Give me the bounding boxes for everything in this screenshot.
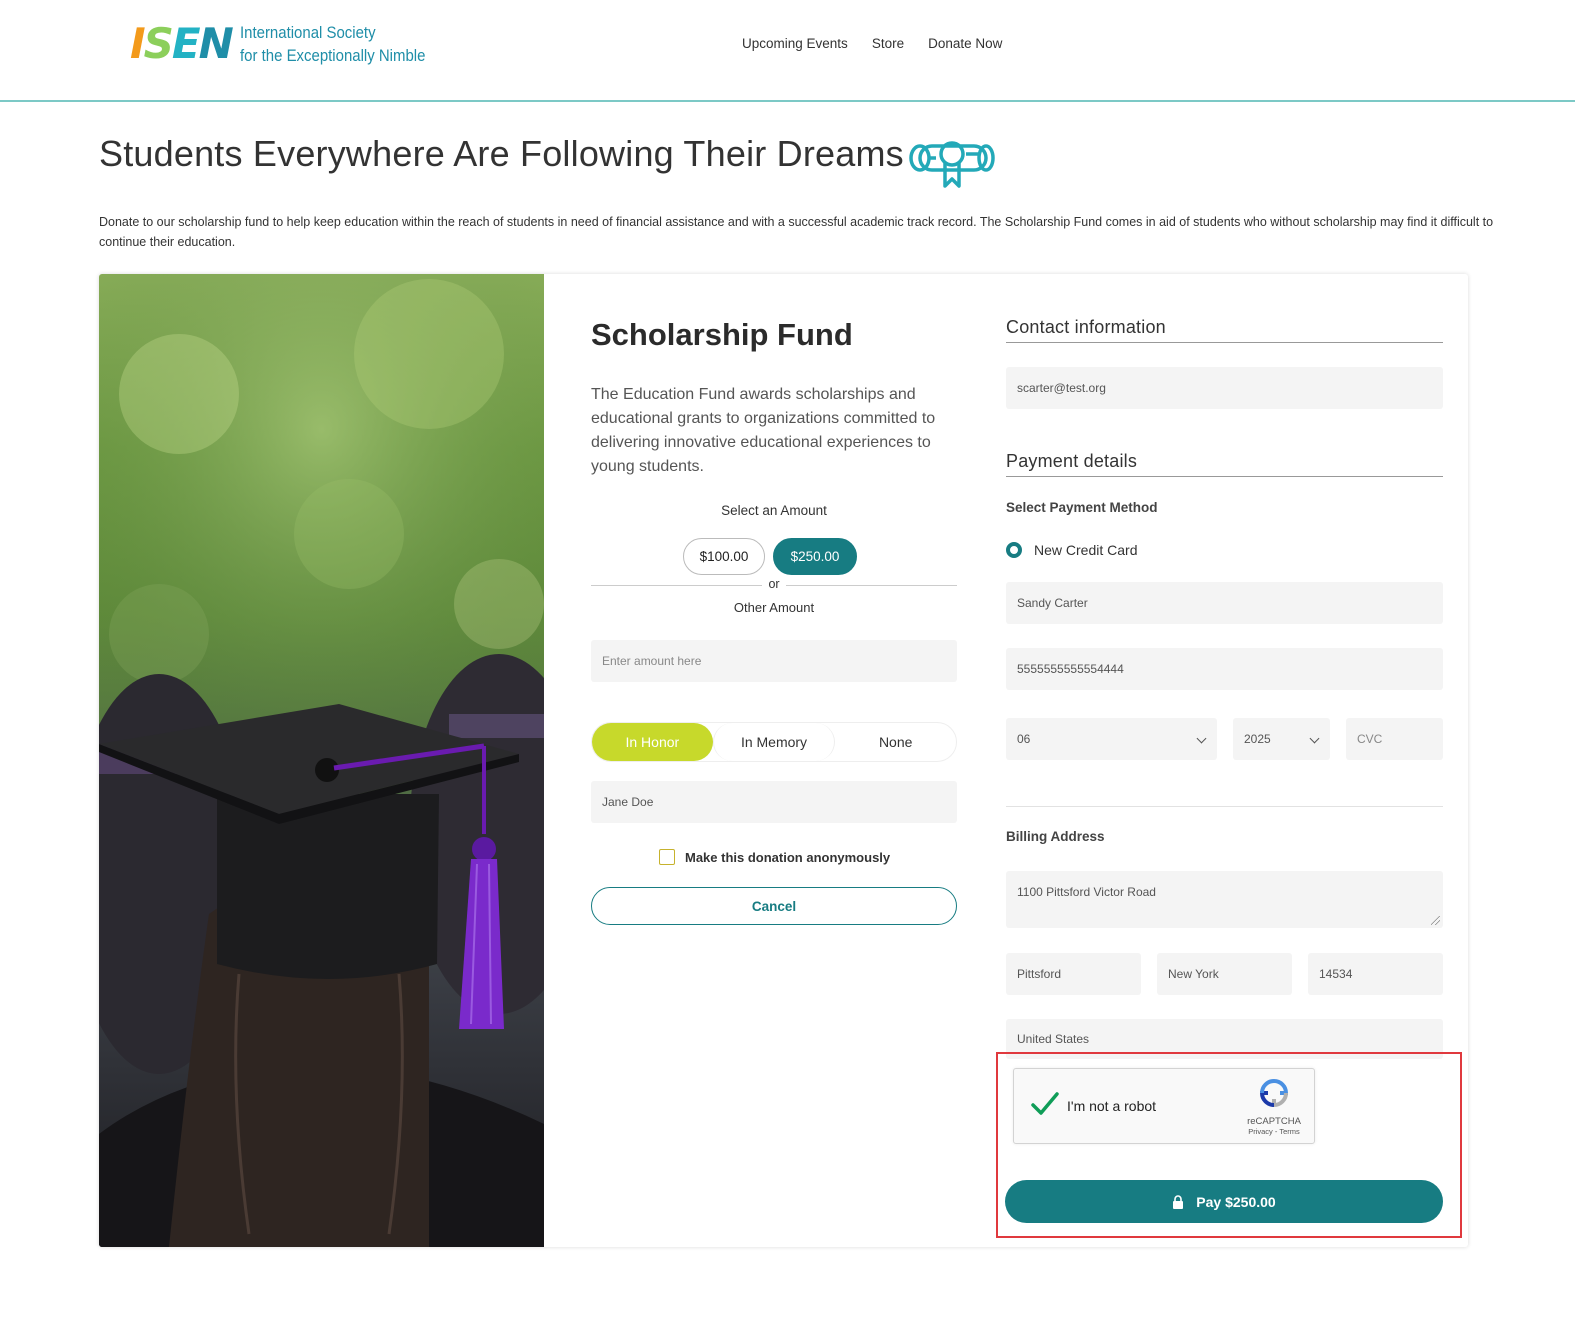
main-nav: Upcoming Events Store Donate Now: [742, 36, 1002, 51]
site-header: ISEN International Society for the Excep…: [0, 0, 1575, 102]
payment-heading: Payment details: [1006, 451, 1443, 477]
nav-store[interactable]: Store: [872, 36, 904, 51]
street-address-value: 1100 Pittsford Victor Road: [1017, 885, 1156, 899]
tribute-toggle: In Honor In Memory None: [591, 722, 957, 762]
other-amount-input[interactable]: Enter amount here: [591, 640, 957, 682]
exp-month-value: 06: [1017, 732, 1031, 746]
anonymous-checkbox[interactable]: [659, 849, 675, 865]
cardholder-name-value: Sandy Carter: [1017, 596, 1088, 610]
recaptcha-logo: reCAPTCHA Privacy - Terms: [1244, 1077, 1304, 1136]
pay-button-label: Pay $250.00: [1196, 1193, 1276, 1210]
zip-value: 14534: [1319, 967, 1353, 981]
recaptcha-widget: I'm not a robot reCAPTCHA Privacy - Term…: [1013, 1068, 1315, 1144]
state-field[interactable]: New York: [1157, 953, 1292, 995]
select-amount-label: Select an Amount: [721, 503, 827, 518]
lock-icon: [1173, 1194, 1184, 1209]
exp-year-select[interactable]: 2025: [1233, 718, 1330, 760]
or-text: or: [762, 577, 786, 591]
other-amount-label: Other Amount: [733, 600, 815, 615]
email-value: scarter@test.org: [1017, 381, 1106, 395]
fund-title: Scholarship Fund: [591, 317, 853, 352]
anonymous-option: Make this donation anonymously: [659, 849, 890, 865]
logo-mark: ISEN: [130, 19, 234, 68]
tribute-in-memory[interactable]: In Memory: [712, 723, 836, 761]
graduate-photo: [99, 274, 544, 1247]
anonymous-label: Make this donation anonymously: [685, 849, 891, 865]
recaptcha-icon: [1259, 1079, 1289, 1108]
cardholder-name-field[interactable]: Sandy Carter: [1006, 582, 1443, 624]
cvc-placeholder: CVC: [1357, 732, 1383, 746]
chevron-down-icon: [1196, 733, 1207, 744]
cancel-button[interactable]: Cancel: [591, 887, 957, 925]
logo-text: International Society for the Exceptiona…: [240, 21, 425, 67]
intro-text: Donate to our scholarship fund to help k…: [99, 215, 1494, 249]
country-value: United States: [1017, 1032, 1090, 1046]
cvc-field[interactable]: CVC: [1346, 718, 1443, 760]
tribute-name-value: Jane Doe: [602, 795, 654, 809]
payment-method-option: New Credit Card: [1006, 542, 1137, 558]
new-credit-card-radio[interactable]: [1006, 542, 1022, 558]
tribute-none[interactable]: None: [835, 723, 956, 761]
payment-method-label: Select Payment Method: [1006, 500, 1158, 515]
recaptcha-brand: reCAPTCHA: [1247, 1116, 1301, 1127]
site-logo[interactable]: ISEN International Society for the Excep…: [130, 20, 450, 68]
zip-field[interactable]: 14534: [1308, 953, 1443, 995]
city-value: Pittsford: [1017, 967, 1062, 981]
fund-description: The Education Fund awards scholarships a…: [591, 386, 936, 475]
billing-heading: Billing Address: [1006, 829, 1105, 844]
exp-month-select[interactable]: 06: [1006, 718, 1217, 760]
recaptcha-label: I'm not a robot: [1067, 1098, 1157, 1114]
card-number-field[interactable]: 5555555555554444: [1006, 648, 1443, 690]
diploma-icon: [909, 141, 995, 188]
logo-line-2: for the Exceptionally Nimble: [239, 46, 426, 65]
nav-upcoming-events[interactable]: Upcoming Events: [742, 36, 848, 51]
new-credit-card-label: New Credit Card: [1034, 542, 1138, 558]
other-amount-placeholder: Enter amount here: [602, 654, 702, 668]
graduate-illustration: [99, 274, 544, 1247]
street-address-field[interactable]: 1100 Pittsford Victor Road: [1006, 871, 1443, 928]
or-label: or: [591, 577, 957, 591]
chevron-down-icon: [1309, 733, 1320, 744]
checkmark-icon[interactable]: [1030, 1089, 1060, 1119]
page-title: Students Everywhere Are Following Their …: [99, 133, 904, 174]
amount-250-button[interactable]: $250.00: [773, 538, 857, 575]
amount-options: $100.00 $250.00: [683, 538, 857, 575]
section-divider: [1006, 806, 1443, 807]
amount-100-button[interactable]: $100.00: [683, 538, 765, 575]
city-field[interactable]: Pittsford: [1006, 953, 1141, 995]
exp-year-value: 2025: [1244, 732, 1271, 746]
pay-button[interactable]: Pay $250.00: [1005, 1180, 1443, 1223]
logo-line-1: International Society: [239, 23, 376, 42]
card-number-value: 5555555555554444: [1017, 662, 1124, 676]
tribute-name-input[interactable]: Jane Doe: [591, 781, 957, 823]
tribute-in-honor[interactable]: In Honor: [592, 723, 713, 761]
resize-handle[interactable]: [1431, 916, 1440, 925]
state-value: New York: [1168, 967, 1219, 981]
contact-heading: Contact information: [1006, 317, 1443, 343]
recaptcha-links[interactable]: Privacy - Terms: [1244, 1127, 1304, 1136]
nav-donate-now[interactable]: Donate Now: [928, 36, 1002, 51]
email-field[interactable]: scarter@test.org: [1006, 367, 1443, 409]
